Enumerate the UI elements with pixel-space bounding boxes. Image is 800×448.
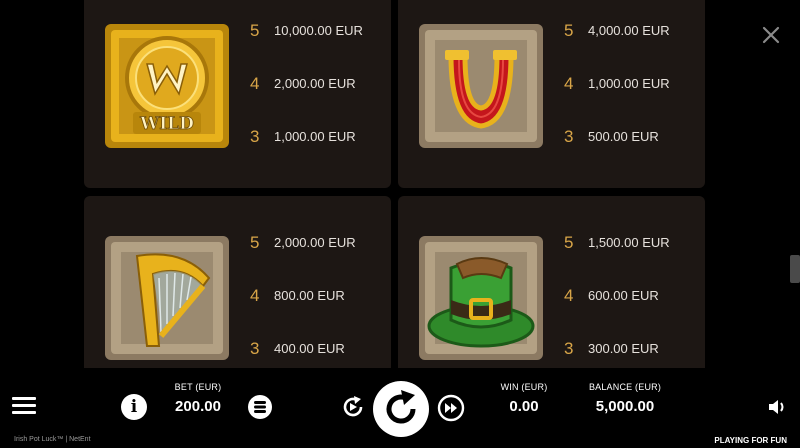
win-label: WIN (EUR) [500,382,548,392]
harp-symbol-icon [103,234,231,362]
pay-amount: 1,500.00 EUR [588,235,670,250]
bet-value: 200.00 [175,398,221,415]
pay-amount: 1,000.00 EUR [274,129,356,144]
control-bar: i BET (EUR) 200.00 WIN (EUR) 0.00 BALANC… [0,368,800,448]
turbo-button[interactable] [437,394,465,422]
autoplay-button[interactable] [340,394,366,420]
pay-amount: 2,000.00 EUR [274,76,356,91]
paytable-card-wild: WILD 5 10,000.00 EUR 4 2,000.00 EUR 3 1,000… [84,0,391,188]
pay-count: 4 [564,74,574,93]
pay-count: 3 [564,339,574,358]
pay-count: 5 [564,233,574,252]
pay-row: 3 500.00 EUR [564,127,670,180]
pay-row: 3 400.00 EUR [250,339,356,368]
pay-count: 3 [564,127,574,146]
fast-forward-icon [437,394,465,422]
pay-count: 4 [250,286,260,305]
pay-amount: 500.00 EUR [588,129,659,144]
pay-amount: 800.00 EUR [274,288,345,303]
balance-value: 5,000.00 [595,398,655,415]
wild-symbol-icon: WILD [103,22,231,150]
pay-row: 3 300.00 EUR [564,339,670,368]
pay-count: 5 [250,233,260,252]
pay-list: 5 10,000.00 EUR 4 2,000.00 EUR 3 1,000.00 E… [250,21,363,180]
menu-icon [12,397,36,400]
pay-list: 5 1,500.00 EUR 4 600.00 EUR 3 300.00 EUR [564,233,670,368]
pay-amount: 300.00 EUR [588,341,659,356]
coins-icon [254,401,266,413]
pay-amount: 10,000.00 EUR [274,23,363,38]
pay-list: 5 4,000.00 EUR 4 1,000.00 EUR 3 500.00 EUR [564,21,670,180]
pay-row: 3 1,000.00 EUR [250,127,363,180]
sound-button[interactable] [766,396,788,418]
pay-row: 4 600.00 EUR [564,286,670,339]
leprechaun-hat-symbol-icon [417,234,545,362]
close-button[interactable] [760,24,782,46]
pay-count: 4 [250,74,260,93]
autoplay-icon [343,396,363,417]
pay-row: 5 1,500.00 EUR [564,233,670,286]
close-icon [762,26,780,44]
pay-list: 5 2,000.00 EUR 4 800.00 EUR 3 400.00 EUR [250,233,356,368]
pay-amount: 4,000.00 EUR [588,23,670,38]
pay-amount: 1,000.00 EUR [588,76,670,91]
pay-row: 5 2,000.00 EUR [250,233,356,286]
pay-row: 5 10,000.00 EUR [250,21,363,74]
pay-amount: 400.00 EUR [274,341,345,356]
pay-count: 3 [250,339,260,358]
pay-amount: 2,000.00 EUR [274,235,356,250]
paytable-card-horseshoe: 5 4,000.00 EUR 4 1,000.00 EUR 3 500.00 EUR [398,0,705,188]
menu-button[interactable] [12,397,36,417]
spin-button[interactable] [373,381,429,437]
pay-row: 4 2,000.00 EUR [250,74,363,127]
pay-count: 4 [564,286,574,305]
bet-settings-button[interactable] [248,395,272,419]
pay-row: 4 800.00 EUR [250,286,356,339]
info-button[interactable]: i [121,394,147,420]
paytable-panel: WILD 5 10,000.00 EUR 4 2,000.00 EUR 3 1,000… [0,0,800,368]
horseshoe-symbol-icon [417,22,545,150]
speaker-icon [769,400,784,414]
balance-label: BALANCE (EUR) [588,382,662,392]
pay-count: 5 [250,21,260,40]
bet-label: BET (EUR) [174,382,222,392]
paytable-card-hat: 5 1,500.00 EUR 4 600.00 EUR 3 300.00 EUR [398,196,705,368]
pay-count: 5 [564,21,574,40]
wild-text: WILD [139,114,194,134]
scrollbar-thumb[interactable] [790,255,800,283]
spin-icon [386,390,416,424]
win-value: 0.00 [509,398,539,415]
paytable-card-harp: 5 2,000.00 EUR 4 800.00 EUR 3 400.00 EUR [84,196,391,368]
pay-count: 3 [250,127,260,146]
pay-row: 5 4,000.00 EUR [564,21,670,74]
pay-amount: 600.00 EUR [588,288,659,303]
play-mode-text: PLAYING FOR FUN [714,436,787,445]
game-info-text: Irish Pot Luck™ | NetEnt [14,436,91,443]
pay-row: 4 1,000.00 EUR [564,74,670,127]
